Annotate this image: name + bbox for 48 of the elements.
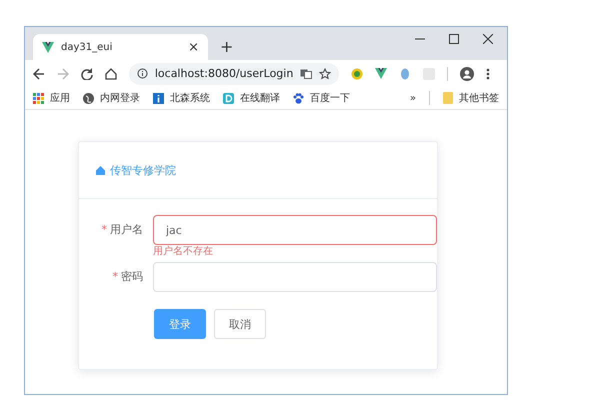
bookmark-label: 百度一下 bbox=[310, 92, 350, 105]
home-icon[interactable] bbox=[105, 68, 117, 80]
username-field[interactable]: jac bbox=[153, 215, 437, 245]
profile-icon[interactable] bbox=[460, 66, 474, 80]
browser-tab[interactable]: day31_eui × bbox=[33, 34, 208, 60]
field-label: 用户名 bbox=[110, 223, 143, 236]
bookmark-label: 其他书签 bbox=[459, 92, 499, 105]
home-icon bbox=[96, 166, 105, 174]
bookmark-label: 北森系统 bbox=[170, 92, 210, 105]
required-marker: * bbox=[102, 223, 107, 236]
cancel-button[interactable]: 取消 bbox=[214, 309, 266, 339]
new-tab-button[interactable]: + bbox=[220, 37, 234, 56]
url-text: localhost:8080/userLogin bbox=[154, 67, 294, 80]
reload-icon[interactable] bbox=[81, 68, 93, 80]
bookmark-label: 应用 bbox=[50, 92, 70, 105]
bookmark-item[interactable]: 在线翻译 bbox=[223, 91, 280, 105]
field-label: 密码 bbox=[121, 270, 143, 283]
v-logo-icon[interactable] bbox=[375, 68, 387, 79]
star-icon[interactable] bbox=[319, 68, 331, 80]
tab-title: day31_eui bbox=[61, 42, 114, 52]
bookmark-item[interactable]: 北森系统 bbox=[153, 91, 210, 105]
v-logo-icon bbox=[42, 42, 54, 52]
paw-icon bbox=[293, 92, 304, 104]
more-bookmarks-button[interactable]: » bbox=[410, 92, 416, 104]
grid-icon bbox=[33, 92, 44, 104]
extension-icon[interactable] bbox=[351, 68, 363, 80]
folder-icon bbox=[443, 92, 453, 104]
info-icon bbox=[153, 92, 164, 104]
bookmark-item[interactable]: 百度一下 bbox=[293, 91, 350, 105]
address-bar[interactable]: localhost:8080/userLogin bbox=[129, 62, 339, 84]
globe-icon bbox=[83, 92, 94, 104]
close-tab-button[interactable]: × bbox=[188, 40, 199, 54]
back-arrow-icon[interactable] bbox=[33, 68, 45, 80]
error-message: 用户名不存在 bbox=[153, 246, 213, 257]
bookmark-label: 在线翻译 bbox=[240, 92, 280, 105]
translate-icon[interactable] bbox=[300, 68, 312, 80]
other-bookmarks-folder[interactable]: 其他书签 bbox=[443, 91, 499, 105]
password-field[interactable] bbox=[153, 262, 437, 292]
close-icon[interactable] bbox=[483, 34, 493, 44]
maximize-icon[interactable] bbox=[449, 34, 459, 44]
card-title: 传智专修学院 bbox=[110, 162, 176, 178]
bookmark-label: 内网登录 bbox=[100, 92, 140, 105]
menu-icon[interactable] bbox=[486, 68, 490, 80]
bookmark-item[interactable]: 应用 bbox=[33, 91, 70, 105]
bookmark-item[interactable]: 内网登录 bbox=[83, 91, 140, 105]
required-marker: * bbox=[112, 270, 118, 283]
info-icon bbox=[137, 68, 148, 79]
d-logo-icon bbox=[223, 92, 234, 104]
